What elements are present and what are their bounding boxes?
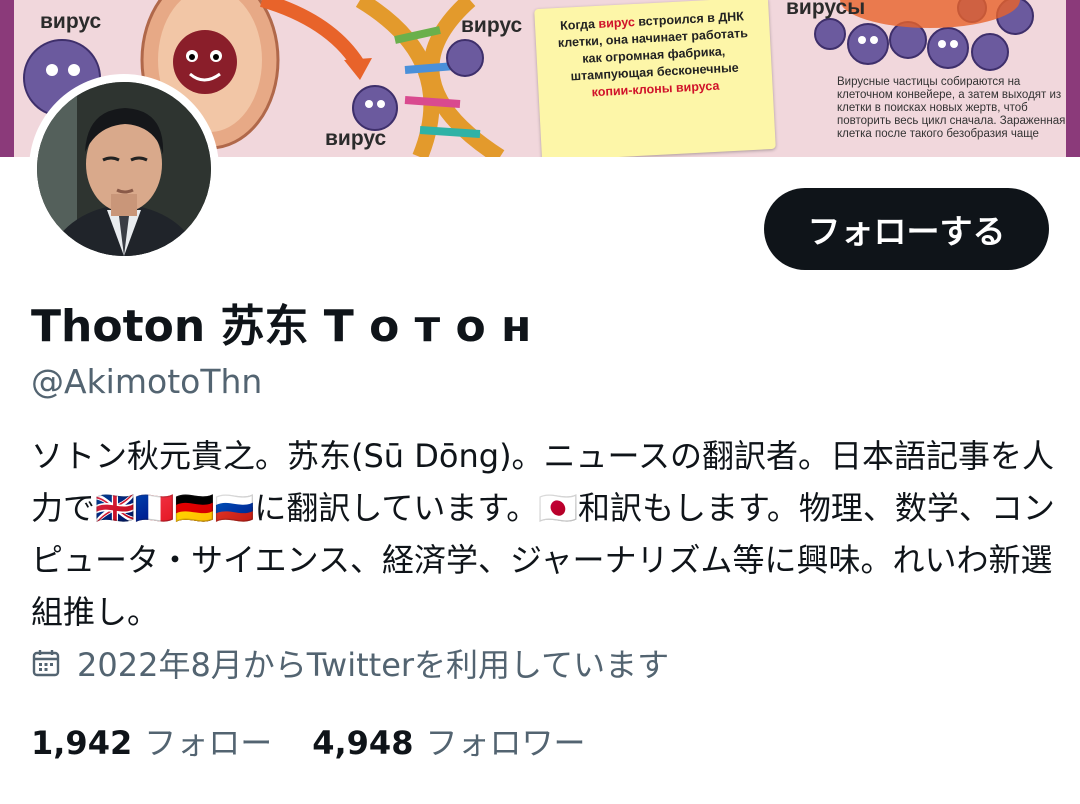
followers-link[interactable]: 4,948 フォロワー [312, 718, 585, 764]
display-name: Thoton 苏东 Т о т о н [31, 301, 532, 352]
follow-button[interactable]: フォローする [764, 188, 1049, 270]
join-date: 2022年8月からTwitterを利用しています [31, 640, 669, 686]
banner-label: вирус [461, 14, 523, 37]
banner-note: Когда вирус встроился в ДНК клетки, она … [534, 0, 776, 157]
avatar[interactable] [29, 74, 219, 264]
avatar-image [37, 82, 211, 256]
followers-label: フォロワー [425, 724, 586, 762]
note-text-red: копии-клоны вируса [591, 78, 720, 100]
note-text-red: вирус [598, 14, 636, 31]
banner-side-text: Вирусные частицы собираются на клеточном… [837, 76, 1066, 140]
user-handle: @AkimotoThn [31, 362, 263, 401]
join-date-text: 2022年8月からTwitterを利用しています [77, 646, 670, 684]
following-link[interactable]: 1,942 フォロー [31, 718, 272, 764]
profile-bio: ソトン秋元貴之。苏东(Sū Dōng)。ニュースの翻訳者。日本語記事を人力で🇬🇧… [31, 437, 1055, 631]
follow-stats: 1,942 フォロー 4,948 フォロワー [31, 718, 625, 764]
note-text: встроился в ДНК [637, 9, 745, 29]
avatar-portrait [37, 82, 211, 256]
following-count: 1,942 [31, 724, 133, 762]
note-text: Когда [559, 17, 596, 33]
followers-count: 4,948 [312, 724, 414, 762]
banner-label: вирус [325, 127, 387, 150]
banner-label: вирус [40, 10, 102, 33]
calendar-icon [32, 650, 60, 677]
banner-label: вирусы [786, 0, 866, 19]
following-label: フォロー [144, 724, 273, 762]
